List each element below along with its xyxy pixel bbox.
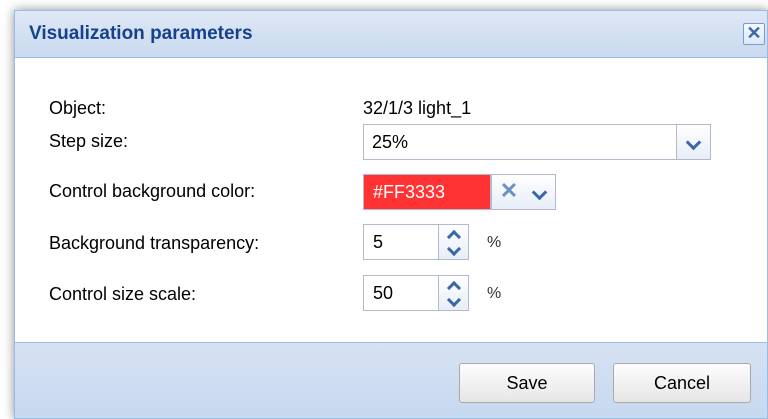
chevron-down-icon[interactable] xyxy=(439,242,468,259)
chevron-up-icon[interactable] xyxy=(439,225,468,242)
size-scale-unit: % xyxy=(487,285,502,302)
dialog-title: Visualization parameters xyxy=(29,23,253,44)
chevron-down-icon xyxy=(531,184,548,201)
cancel-button[interactable]: Cancel xyxy=(613,363,751,403)
bg-color-field[interactable]: #FF3333 xyxy=(363,174,491,210)
dialog-content: Object: 32/1/3 light_1 Step size: 25% Co… xyxy=(15,58,767,342)
step-size-select[interactable]: 25% xyxy=(363,124,711,160)
bg-transparency-unit: % xyxy=(487,234,502,251)
object-value: 32/1/3 light_1 xyxy=(363,98,472,118)
step-size-label: Step size: xyxy=(49,131,129,151)
chevron-up-icon[interactable] xyxy=(439,276,468,293)
step-size-value: 25% xyxy=(372,132,409,152)
visualization-parameters-dialog: Visualization parameters ✕ Object: 32/1/… xyxy=(14,10,768,419)
chevron-down-icon xyxy=(685,134,702,151)
clear-color-icon[interactable]: ✕ xyxy=(491,174,527,210)
size-scale-stepper[interactable]: 50 xyxy=(363,275,469,311)
bg-transparency-spin-buttons xyxy=(438,225,468,259)
object-label: Object: xyxy=(49,98,107,118)
dialog-titlebar[interactable]: Visualization parameters ✕ xyxy=(15,11,767,58)
save-button[interactable]: Save xyxy=(459,363,595,403)
close-icon[interactable]: ✕ xyxy=(743,23,765,45)
dialog-footer: Save Cancel xyxy=(15,342,767,418)
chevron-down-icon[interactable] xyxy=(439,293,468,310)
bg-transparency-value: 5 xyxy=(373,232,384,252)
bg-color-value: #FF3333 xyxy=(373,182,446,202)
bg-transparency-stepper[interactable]: 5 xyxy=(363,224,469,260)
size-scale-spin-buttons xyxy=(438,276,468,310)
size-scale-value: 50 xyxy=(373,283,394,303)
bg-color-label: Control background color: xyxy=(49,181,256,201)
size-scale-label: Control size scale: xyxy=(49,284,197,304)
bg-transparency-label: Background transparency: xyxy=(49,233,260,253)
color-picker-dropdown-button[interactable] xyxy=(526,174,556,210)
step-size-dropdown-button[interactable] xyxy=(676,125,710,159)
